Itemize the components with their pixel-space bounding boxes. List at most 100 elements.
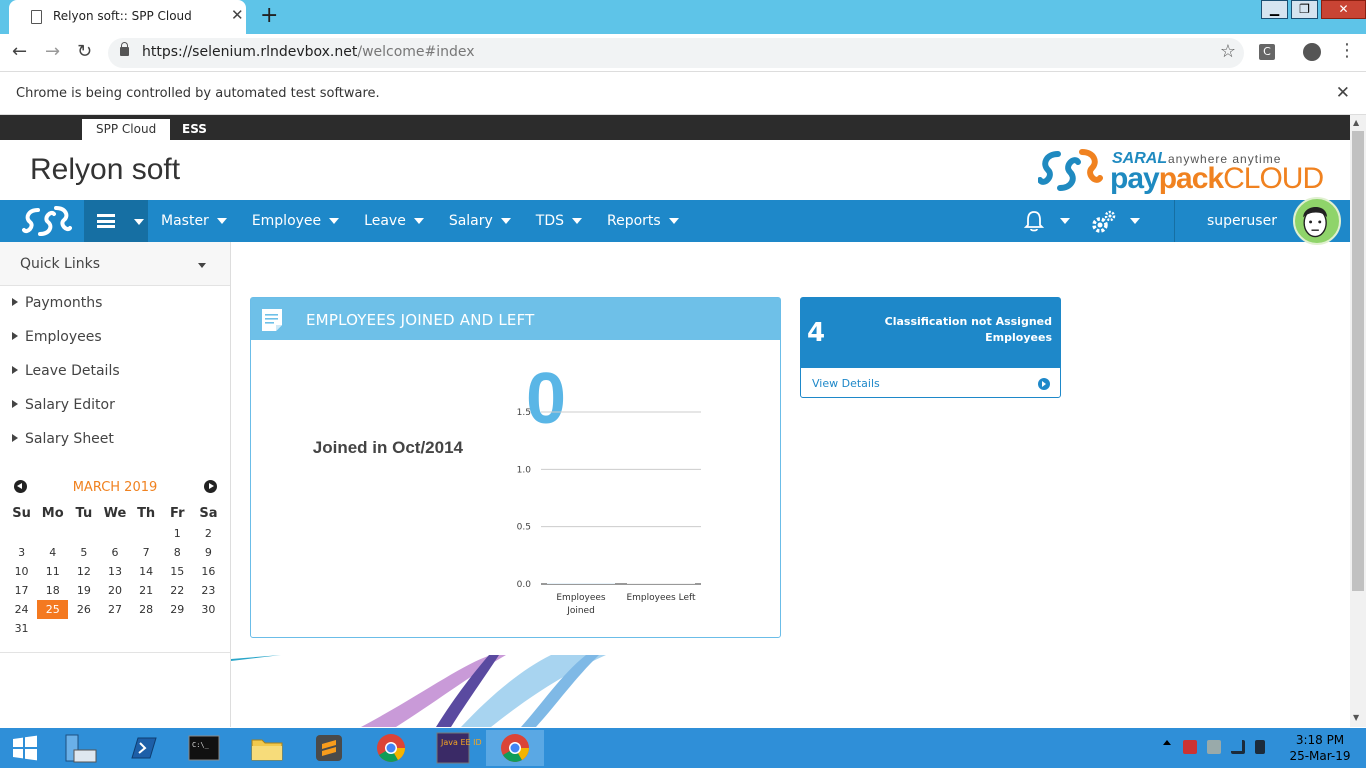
prev-month-icon[interactable] (14, 480, 27, 493)
calendar-day[interactable]: 26 (68, 600, 99, 619)
nav-reports[interactable]: Reports (594, 200, 691, 242)
weekday-header: Mo (41, 505, 64, 521)
file-server-app-icon[interactable] (52, 730, 110, 766)
calendar-day[interactable]: 17 (6, 581, 37, 600)
quick-link-leave-details[interactable]: Leave Details (0, 362, 230, 396)
chevron-down-icon (134, 219, 144, 225)
calendar-day[interactable]: 31 (6, 619, 37, 638)
calendar-day[interactable]: 27 (99, 600, 130, 619)
portal-switcher: SPP Cloud ESS (0, 115, 1350, 140)
username[interactable]: superuser (1207, 213, 1277, 229)
quick-link-salary-sheet[interactable]: Salary Sheet (0, 430, 230, 464)
nav-salary[interactable]: Salary (436, 200, 523, 242)
nav-tds[interactable]: TDS (523, 200, 594, 242)
sublime-text-app-icon[interactable] (300, 730, 358, 766)
back-icon[interactable]: ← (12, 41, 27, 63)
nav-employee[interactable]: Employee (239, 200, 351, 242)
device-icon[interactable] (1207, 740, 1221, 754)
chrome-active-app-icon[interactable] (486, 730, 544, 766)
new-tab-icon[interactable]: + (260, 4, 278, 28)
tab-ess[interactable]: ESS (168, 119, 221, 140)
minimize-icon[interactable]: ▁ (1261, 0, 1288, 19)
calendar-day[interactable]: 4 (37, 543, 68, 562)
calendar-empty (68, 619, 99, 638)
calendar-day[interactable]: 21 (131, 581, 162, 600)
hamburger-menu-button[interactable] (84, 200, 148, 242)
windows-start-icon[interactable] (12, 735, 38, 761)
calendar-day[interactable]: 20 (99, 581, 130, 600)
calendar-day[interactable]: 19 (68, 581, 99, 600)
quick-link-employees[interactable]: Employees (0, 328, 230, 362)
scroll-up-icon[interactable]: ▲ (1353, 118, 1359, 127)
quick-links-header[interactable]: Quick Links (0, 242, 230, 286)
forward-icon[interactable]: → (45, 41, 60, 63)
calendar-day[interactable]: 7 (131, 543, 162, 562)
command-prompt-app-icon[interactable]: C:\_ (175, 730, 233, 766)
signal-icon[interactable] (1231, 740, 1245, 754)
calendar-day[interactable]: 22 (162, 581, 193, 600)
triangle-right-icon (12, 434, 18, 442)
calendar-day[interactable]: 9 (193, 543, 224, 562)
calendar-day[interactable]: 3 (6, 543, 37, 562)
browser-tab[interactable]: Relyon soft:: SPP Cloud ✕ (9, 0, 246, 34)
calendar-day[interactable]: 12 (68, 562, 99, 581)
view-details-link[interactable]: View Details (812, 377, 880, 390)
chevron-down-icon[interactable] (1130, 218, 1140, 224)
restore-icon[interactable]: ❐ (1291, 0, 1318, 19)
page-scrollbar[interactable]: ▲ ▼ (1350, 115, 1366, 727)
calendar-day[interactable]: 6 (99, 543, 130, 562)
calendar-day[interactable]: 24 (6, 600, 37, 619)
window-close-icon[interactable]: ✕ (1321, 0, 1366, 19)
reload-icon[interactable]: ↻ (77, 41, 92, 63)
calendar-day[interactable]: 2 (193, 524, 224, 543)
calendar-day[interactable]: 23 (193, 581, 224, 600)
chrome-app-icon[interactable] (362, 730, 420, 766)
show-hidden-icons-icon[interactable] (1163, 740, 1171, 745)
quick-link-salary-editor[interactable]: Salary Editor (0, 396, 230, 430)
calendar-day[interactable]: 13 (99, 562, 130, 581)
nav-master[interactable]: Master (148, 200, 239, 242)
bookmark-star-icon[interactable]: ☆ (1220, 41, 1236, 62)
extension-icon[interactable]: C (1259, 44, 1275, 60)
system-tray (1183, 740, 1275, 756)
notification-bell-icon[interactable] (1024, 210, 1044, 232)
triangle-right-icon (12, 400, 18, 408)
company-name: Relyon soft (30, 153, 181, 186)
app-logo-icon[interactable] (22, 204, 72, 238)
calendar-day[interactable]: 29 (162, 600, 193, 619)
chevron-down-icon[interactable] (1060, 218, 1070, 224)
calendar-day[interactable]: 30 (193, 600, 224, 619)
scroll-thumb[interactable] (1352, 131, 1364, 591)
calendar-day[interactable]: 15 (162, 562, 193, 581)
tab-close-icon[interactable]: ✕ (231, 7, 244, 23)
arrow-right-circle-icon[interactable] (1038, 378, 1050, 390)
calendar-day[interactable]: 28 (131, 600, 162, 619)
calendar-day[interactable]: 16 (193, 562, 224, 581)
taskbar-clock[interactable]: 3:18 PM 25-Mar-19 (1280, 732, 1360, 764)
calendar-day-today[interactable]: 25 (37, 600, 69, 619)
file-explorer-app-icon[interactable] (238, 730, 296, 766)
avatar[interactable] (1293, 197, 1341, 245)
java-ee-ide-app-icon[interactable]: Java EE IDE (424, 730, 487, 766)
tab-spp-cloud[interactable]: SPP Cloud (82, 119, 171, 140)
volume-icon[interactable] (1255, 740, 1265, 754)
browser-tabstrip: Relyon soft:: SPP Cloud ✕ + ▁ ❐ ✕ (0, 0, 1366, 34)
scroll-down-icon[interactable]: ▼ (1353, 713, 1359, 722)
settings-gear-icon[interactable] (1089, 209, 1117, 235)
infobar-close-icon[interactable]: ✕ (1336, 83, 1350, 103)
profile-icon[interactable] (1303, 43, 1321, 61)
calendar-day[interactable]: 8 (162, 543, 193, 562)
nav-leave[interactable]: Leave (351, 200, 436, 242)
calendar-day[interactable]: 1 (162, 524, 193, 543)
calendar-day[interactable]: 10 (6, 562, 37, 581)
calendar-day[interactable]: 5 (68, 543, 99, 562)
browser-menu-icon[interactable]: ⋮ (1338, 40, 1356, 61)
address-bar[interactable]: https://selenium.rlndevbox.net/welcome#i… (108, 38, 1244, 68)
powershell-app-icon[interactable] (114, 730, 172, 766)
calendar-day[interactable]: 11 (37, 562, 68, 581)
calendar-day[interactable]: 14 (131, 562, 162, 581)
calendar-day[interactable]: 18 (37, 581, 68, 600)
next-month-icon[interactable] (204, 480, 217, 493)
network-error-icon[interactable] (1183, 740, 1197, 754)
quick-link-paymonths[interactable]: Paymonths (0, 294, 230, 328)
